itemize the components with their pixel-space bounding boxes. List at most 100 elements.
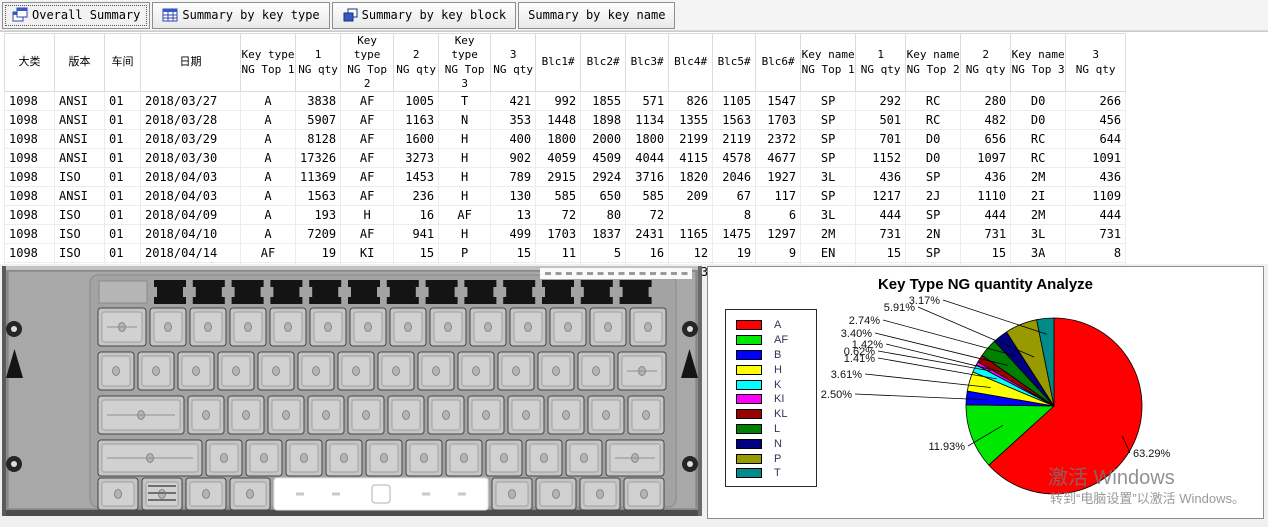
tab-summary-by-key-type[interactable]: Summary by key type xyxy=(152,2,329,29)
column-header: 1 NG qty xyxy=(296,34,341,92)
column-header: Key name NG Top 3 xyxy=(1011,34,1066,92)
table-cell: ANSI xyxy=(55,187,105,206)
table-cell: 01 xyxy=(105,149,141,168)
table-cell: 236 xyxy=(394,187,439,206)
table-cell: 2924 xyxy=(581,168,626,187)
table-cell: ISO xyxy=(55,206,105,225)
pie-percent-label: 3.40% xyxy=(841,328,872,340)
column-header: 1 NG qty xyxy=(856,34,906,92)
table-cell: D0 xyxy=(906,130,961,149)
windows-activation-watermark-subtext: 转到“电脑设置”以激活 Windows。 xyxy=(1050,488,1245,507)
table-cell: 01 xyxy=(105,225,141,244)
table-cell: 9 xyxy=(756,244,801,263)
legend-swatch xyxy=(736,335,762,345)
legend-item-H: H xyxy=(726,362,816,377)
legend-label: B xyxy=(774,349,781,361)
keyboard-tray-image xyxy=(2,266,702,516)
table-cell: 731 xyxy=(1066,225,1126,244)
table-cell: 01 xyxy=(105,111,141,130)
windows-activation-watermark: 激活 Windows xyxy=(1048,461,1175,490)
table-cell: 1098 xyxy=(5,92,55,111)
table-cell: 353 xyxy=(491,111,536,130)
column-header: 2 NG qty xyxy=(961,34,1011,92)
connector-bar xyxy=(154,280,186,304)
table-cell: AF xyxy=(341,92,394,111)
column-header: Key type NG Top 2 xyxy=(341,34,394,92)
table-cell: 1098 xyxy=(5,168,55,187)
tab-label: Summary by key type xyxy=(182,8,319,22)
table-cell: RC xyxy=(906,92,961,111)
table-cell: 2431 xyxy=(626,225,669,244)
table-cell: 80 xyxy=(581,206,626,225)
legend-swatch xyxy=(736,320,762,330)
tab-label: Summary by key block xyxy=(362,8,507,22)
table-cell: 571 xyxy=(626,92,669,111)
table-cell: 1600 xyxy=(394,130,439,149)
table-cell: 650 xyxy=(581,187,626,206)
table-cell: 5907 xyxy=(296,111,341,130)
table-cell: 19 xyxy=(296,244,341,263)
table-cell: 1563 xyxy=(296,187,341,206)
table-cell: 7209 xyxy=(296,225,341,244)
tab-bar: Overall Summary Summary by key type Summ… xyxy=(0,0,1268,31)
table-cell: 2018/04/10 xyxy=(141,225,241,244)
column-header: 车间 xyxy=(105,34,141,92)
table-cell: 436 xyxy=(856,168,906,187)
table-cell: 01 xyxy=(105,130,141,149)
table-cell: 2018/04/09 xyxy=(141,206,241,225)
table-cell: 3716 xyxy=(626,168,669,187)
table-cell: KI xyxy=(341,244,394,263)
table-cell: ANSI xyxy=(55,92,105,111)
table-cell: 8 xyxy=(713,206,756,225)
table-cell: 1134 xyxy=(626,111,669,130)
table-cell: 400 xyxy=(491,130,536,149)
table-cell: 11 xyxy=(536,244,581,263)
summary-table-panel: 大类版本车间日期Key type NG Top 11 NG qtyKey typ… xyxy=(0,31,1268,264)
table-cell: RC xyxy=(1011,130,1066,149)
table-cell: 2915 xyxy=(536,168,581,187)
table-cell: 6 xyxy=(756,206,801,225)
pie-label-leader-line xyxy=(883,320,1015,356)
table-cell: 992 xyxy=(536,92,581,111)
tab-summary-by-key-block[interactable]: Summary by key block xyxy=(332,2,517,29)
column-header: 版本 xyxy=(55,34,105,92)
table-cell: AF xyxy=(341,225,394,244)
table-cell: 1547 xyxy=(756,92,801,111)
table-row: 1098ANSI012018/03/27A3838AF1005T42199218… xyxy=(5,92,1126,111)
table-cell: 1703 xyxy=(756,111,801,130)
table-cell: SP xyxy=(801,111,856,130)
table-cell: ISO xyxy=(55,244,105,263)
table-cell: A xyxy=(241,168,296,187)
table-cell: H xyxy=(341,206,394,225)
legend-label: KI xyxy=(774,393,784,405)
table-cell: H xyxy=(439,168,491,187)
table-cell: 1898 xyxy=(581,111,626,130)
pie-percent-label: 3.17% xyxy=(909,295,940,307)
pie-percent-label: 3.61% xyxy=(831,369,862,381)
table-cell: 1109 xyxy=(1066,187,1126,206)
table-cell: 1098 xyxy=(5,244,55,263)
table-cell: 2046 xyxy=(713,168,756,187)
table-cell: 421 xyxy=(491,92,536,111)
table-row: 1098ANSI012018/04/03A1563AF236H130585650… xyxy=(5,187,1126,206)
column-header: Blc4# xyxy=(669,34,713,92)
table-cell: 3L xyxy=(801,206,856,225)
table-cell: 1091 xyxy=(1066,149,1126,168)
table-cell: 67 xyxy=(713,187,756,206)
table-cell: 701 xyxy=(856,130,906,149)
legend-label: KL xyxy=(774,408,787,420)
table-cell: 15 xyxy=(394,244,439,263)
table-cell: 15 xyxy=(961,244,1011,263)
table-cell: 585 xyxy=(626,187,669,206)
table-cell: 4059 xyxy=(536,149,581,168)
table-cell: 1098 xyxy=(5,149,55,168)
tab-overall-summary[interactable]: Overall Summary xyxy=(2,2,150,29)
legend-label: N xyxy=(774,438,782,450)
table-cell: 1820 xyxy=(669,168,713,187)
legend-label: K xyxy=(774,379,781,391)
table-cell: 2018/03/30 xyxy=(141,149,241,168)
table-cell: 280 xyxy=(961,92,1011,111)
legend-item-A: A xyxy=(726,318,816,333)
tab-summary-by-key-name[interactable]: Summary by key name xyxy=(518,2,675,29)
table-cell: 3L xyxy=(1011,225,1066,244)
